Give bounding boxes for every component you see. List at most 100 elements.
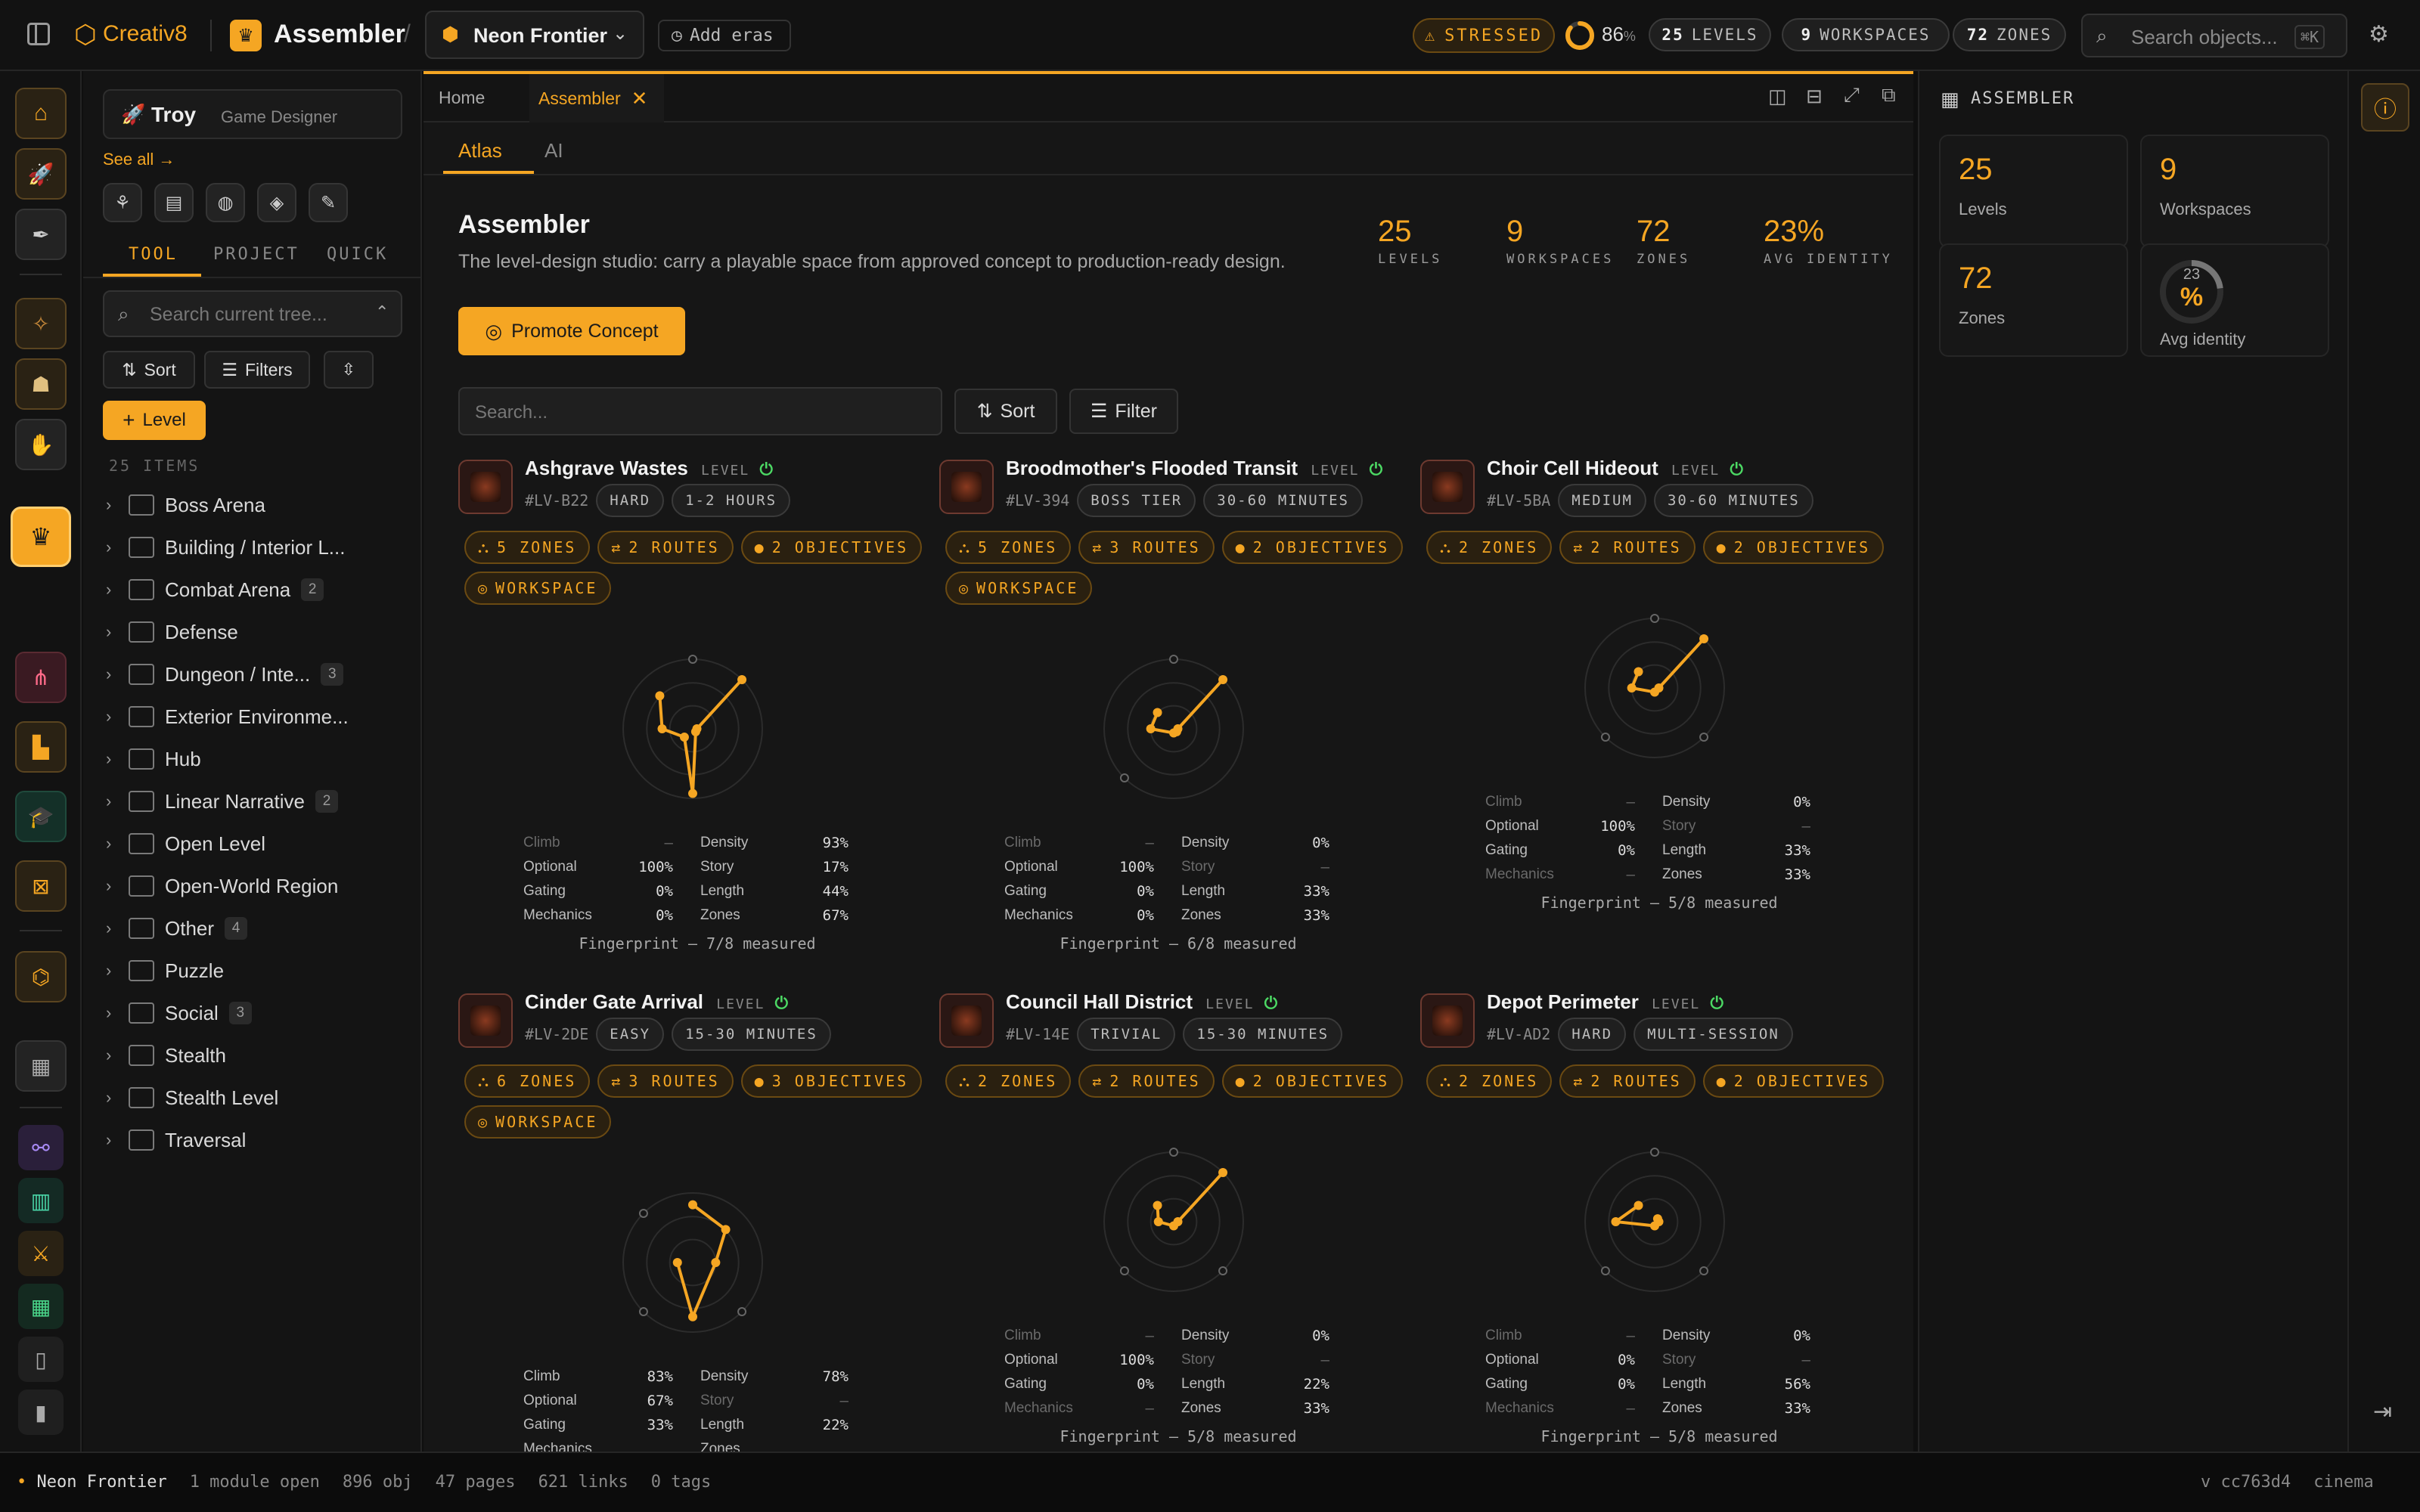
quill-icon[interactable]: ✒ [15, 209, 67, 260]
chevron-right-icon[interactable]: › [106, 1130, 118, 1150]
tree-item[interactable]: › Open Level [106, 823, 408, 865]
level-title[interactable]: Ashgrave Wastes LEVEL ⏻ [525, 457, 773, 480]
workspaces-count-pill[interactable]: 9 WORKSPACES [1782, 18, 1950, 51]
chevron-right-icon[interactable]: › [106, 876, 118, 896]
routes-tag[interactable]: ⇄ 2 ROUTES [1559, 1064, 1696, 1098]
tree-item[interactable]: › Linear Narrative 2 [106, 780, 408, 823]
panel-right-icon[interactable]: ▮ [18, 1390, 64, 1435]
tree-item[interactable]: › Stealth Level [106, 1077, 408, 1119]
status-project[interactable]: • Neon Frontier [17, 1473, 167, 1492]
sidebar-toggle-icon[interactable] [27, 23, 50, 45]
level-title[interactable]: Cinder Gate Arrival LEVEL ⏻ [525, 990, 788, 1014]
brand-name[interactable]: Creativ8 [103, 21, 188, 47]
graduation-cap-icon[interactable]: 🎓 [15, 791, 67, 842]
grid-icon[interactable]: ▦ [15, 1040, 67, 1092]
hierarchy-icon[interactable]: ⋔ [15, 652, 67, 703]
see-all-link[interactable]: See all → [103, 150, 175, 169]
chevron-right-icon[interactable]: › [106, 622, 118, 642]
filters-button[interactable]: ☰ Filters [204, 351, 310, 389]
tree-item[interactable]: › Defense [106, 611, 408, 653]
zones-tag[interactable]: ⛬ 6 ZONES [464, 1064, 591, 1098]
settings-sliders-icon[interactable]: ⚙ [2369, 21, 2389, 48]
tree-item[interactable]: › Hub [106, 738, 408, 780]
tree-item[interactable]: › Exterior Environme... [106, 696, 408, 738]
zones-tag[interactable]: ⛬ 5 ZONES [945, 531, 1072, 564]
chevron-right-icon[interactable]: › [106, 538, 118, 557]
level-card[interactable]: Council Hall District LEVEL ⏻ #LV-14E TRIV… [939, 990, 1408, 1452]
chevron-right-icon[interactable]: › [106, 665, 118, 684]
split-vertical-icon[interactable]: ◫ [1768, 85, 1787, 108]
chest-icon[interactable]: ⊠ [15, 860, 67, 912]
level-card[interactable]: Ashgrave Wastes LEVEL ⏻ #LV-B22 HARD 1-2 HO… [458, 457, 927, 986]
routes-tag[interactable]: ⇄ 2 ROUTES [1559, 531, 1696, 564]
objectives-tag[interactable]: ● 2 OBJECTIVES [1221, 531, 1404, 564]
pencil-icon[interactable]: ✎ [309, 183, 348, 222]
level-card[interactable]: Cinder Gate Arrival LEVEL ⏻ #LV-2DE EASY 15… [458, 990, 927, 1452]
module-title[interactable]: Assembler [274, 20, 405, 49]
collapse-panel-icon[interactable]: ⇥ [2373, 1399, 2392, 1425]
home-icon[interactable]: ⌂ [15, 88, 67, 139]
subtab-ai[interactable]: AI [544, 139, 563, 163]
chevron-right-icon[interactable]: › [106, 580, 118, 600]
objectives-tag[interactable]: ● 2 OBJECTIVES [1221, 1064, 1404, 1098]
tree-item[interactable]: › Dungeon / Inte... 3 [106, 653, 408, 696]
network-icon[interactable]: ⚘ [103, 183, 142, 222]
stat-card-workspaces[interactable]: 9 Workspaces [2140, 135, 2329, 248]
tree-item[interactable]: › Other 4 [106, 907, 408, 950]
tree-item[interactable]: › Open-World Region [106, 865, 408, 907]
library-icon[interactable]: ▥ [18, 1178, 64, 1223]
chevron-right-icon[interactable]: › [106, 707, 118, 727]
tab-tool[interactable]: TOOL [129, 245, 178, 264]
rocket-icon[interactable]: 🚀 [15, 148, 67, 200]
atlas-filter-button[interactable]: ☰ Filter [1069, 389, 1178, 434]
stress-badge[interactable]: ⚠ STRESSED [1413, 18, 1555, 53]
objectives-tag[interactable]: ● 2 OBJECTIVES [740, 531, 923, 564]
tree-item[interactable]: › Social 3 [106, 992, 408, 1034]
chevron-right-icon[interactable]: › [106, 919, 118, 938]
chevron-right-icon[interactable]: › [106, 1046, 118, 1065]
level-title[interactable]: Choir Cell Hideout LEVEL ⏻ [1487, 457, 1743, 480]
zones-tag[interactable]: ⛬ 5 ZONES [464, 531, 591, 564]
add-eras-button[interactable]: ◷ Add eras [658, 20, 791, 51]
tree-item[interactable]: › Puzzle [106, 950, 408, 992]
sort-button[interactable]: ⇅ Sort [103, 351, 195, 389]
chevron-right-icon[interactable]: › [106, 495, 118, 515]
routes-tag[interactable]: ⇄ 3 ROUTES [597, 1064, 734, 1098]
objectives-tag[interactable]: ● 2 OBJECTIVES [1702, 1064, 1885, 1098]
subtab-atlas[interactable]: Atlas [458, 139, 502, 163]
chevron-right-icon[interactable]: › [106, 961, 118, 981]
tab-assembler[interactable]: Assembler ✕ [529, 74, 664, 122]
stat-card-levels[interactable]: 25 Levels [1939, 135, 2128, 248]
maximize-icon[interactable]: ⤢ [1844, 83, 1860, 107]
chevron-right-icon[interactable]: › [106, 834, 118, 854]
workspace-tag[interactable]: ◎ WORKSPACE [945, 572, 1093, 605]
tab-quick[interactable]: QUICK [327, 245, 388, 264]
level-card[interactable]: Choir Cell Hideout LEVEL ⏻ #LV-5BA MEDIUM 3… [1420, 457, 1889, 986]
user-card[interactable]: 🚀 Troy Game Designer [103, 89, 402, 139]
objectives-tag[interactable]: ● 3 OBJECTIVES [740, 1064, 923, 1098]
tab-home[interactable]: Home [439, 88, 485, 108]
chevron-right-icon[interactable]: › [106, 792, 118, 811]
level-title[interactable]: Council Hall District LEVEL ⏻ [1006, 990, 1277, 1014]
crossed-swords-icon[interactable]: ⚔ [18, 1231, 64, 1276]
assembler-module-icon[interactable]: ♛ [11, 507, 71, 567]
wand-icon[interactable]: ✧ [15, 298, 67, 349]
close-icon[interactable]: ✕ [631, 87, 648, 110]
tree-item[interactable]: › Boss Arena [106, 484, 408, 526]
workspace-tag[interactable]: ◎ WORKSPACE [464, 572, 612, 605]
routes-tag[interactable]: ⇄ 2 ROUTES [597, 531, 734, 564]
chevron-right-icon[interactable]: › [106, 749, 118, 769]
globe-icon[interactable]: ◍ [206, 183, 245, 222]
factory-icon[interactable]: ▙ [15, 721, 67, 773]
objectives-tag[interactable]: ● 2 OBJECTIVES [1702, 531, 1885, 564]
stat-card-zones[interactable]: 72 Zones [1939, 243, 2128, 357]
expand-collapse-button[interactable]: ⇳ [324, 351, 374, 389]
layout-icon[interactable]: ▤ [154, 183, 194, 222]
tree-item[interactable]: › Stealth [106, 1034, 408, 1077]
project-selector[interactable]: ⬢ Neon Frontier ⌄ [425, 11, 644, 59]
zones-tag[interactable]: ⛬ 2 ZONES [1426, 531, 1553, 564]
tree-item[interactable]: › Building / Interior L... [106, 526, 408, 569]
routes-tag[interactable]: ⇄ 2 ROUTES [1078, 1064, 1215, 1098]
panel-left-icon[interactable]: ▯ [18, 1337, 64, 1382]
apps-icon[interactable]: ▦ [18, 1284, 64, 1329]
